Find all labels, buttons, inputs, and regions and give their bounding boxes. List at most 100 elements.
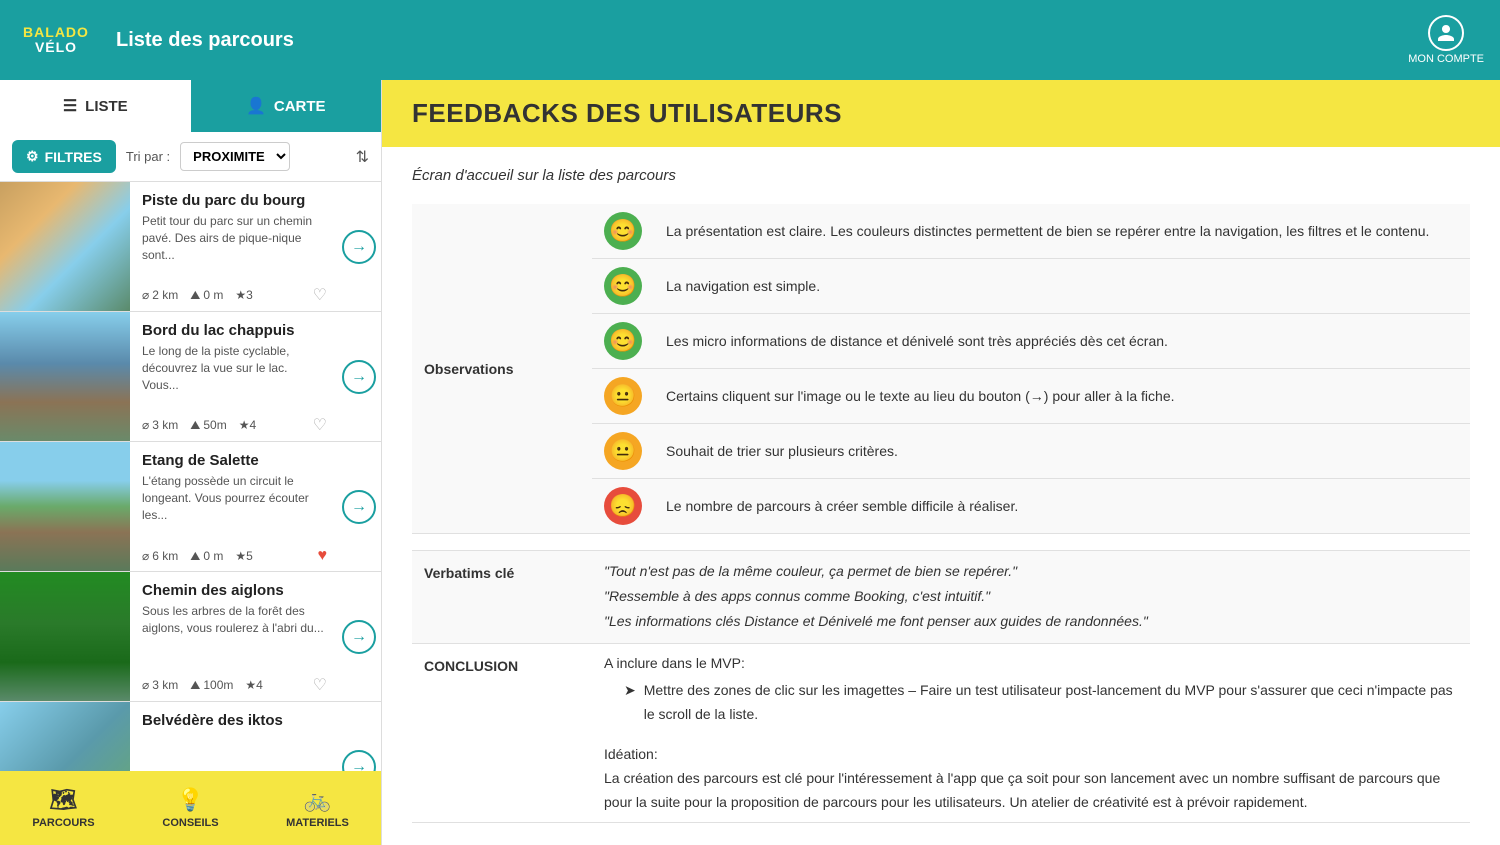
- parcours-go-button[interactable]: →: [342, 750, 376, 772]
- parcours-meta: ⌀ 3 km ⛰ 50m ★4 ♡: [142, 415, 327, 435]
- heart-full-icon[interactable]: ♥: [318, 547, 328, 565]
- tab-carte[interactable]: 👤 CARTE: [191, 80, 382, 132]
- denivele: ⛰ 0 m: [190, 288, 223, 303]
- parcours-arrow: →: [337, 702, 381, 771]
- top-header: BALADO VÉLO Liste des parcours MON COMPT…: [0, 0, 1500, 80]
- distance: ⌀ 6 km: [142, 549, 178, 563]
- heart-empty-icon[interactable]: ♡: [313, 415, 327, 435]
- right-panel: FEEDBACKS DES UTILISATEURS Écran d'accue…: [382, 80, 1500, 845]
- header-title: Liste des parcours: [116, 29, 1408, 52]
- filter-icon: ⚙: [26, 148, 39, 165]
- observation-text: Les micro informations de distance et dé…: [654, 314, 1470, 369]
- parcours-meta: ⌀ 6 km ⛰ 0 m ★5 ♥: [142, 547, 327, 565]
- parcours-name: Bord du lac chappuis: [142, 322, 327, 339]
- sort-icon[interactable]: ⇅: [356, 147, 369, 167]
- stars: ★3: [235, 288, 252, 302]
- main-layout: ☰ LISTE 👤 CARTE ⚙ FILTRES Tri par : PROX…: [0, 80, 1500, 845]
- verbatims-content: "Tout n'est pas de la même couleur, ça p…: [592, 551, 1470, 644]
- denivele-icon: ⛰: [190, 678, 200, 693]
- bottom-nav: 🗺 PARCOURS 💡 CONSEILS 🚲 MATERIELS: [0, 771, 381, 845]
- bottom-nav-item-conseils[interactable]: 💡 CONSEILS: [127, 787, 254, 829]
- left-panel: ☰ LISTE 👤 CARTE ⚙ FILTRES Tri par : PROX…: [0, 80, 382, 845]
- parcours-label: PARCOURS: [32, 817, 94, 829]
- parcours-icon: 🗺: [50, 787, 78, 813]
- stars: ★4: [245, 678, 262, 692]
- parcours-go-button[interactable]: →: [342, 490, 376, 524]
- parcours-go-button[interactable]: →: [342, 360, 376, 394]
- parcours-meta: ⌀ 3 km ⛰ 100m ★4 ♡: [142, 675, 327, 695]
- bottom-nav-item-parcours[interactable]: 🗺 PARCOURS: [0, 787, 127, 829]
- ideation-label: Idéation:: [604, 743, 1458, 767]
- emoji-cell: 😊: [592, 204, 654, 259]
- denivele-icon: ⛰: [190, 418, 200, 433]
- parcours-arrow: →: [337, 312, 381, 441]
- parcours-meta: ⌀ 2 km ⛰ 0 m ★3 ♡: [142, 285, 327, 305]
- parcours-list: Piste du parc du bourg Petit tour du par…: [0, 182, 381, 771]
- screen-label: Écran d'accueil sur la liste des parcour…: [412, 167, 1470, 184]
- logo-balado: BALADO: [23, 25, 89, 40]
- ideation-text: La création des parcours est clé pour l'…: [604, 767, 1458, 815]
- feedback-title: FEEDBACKS DES UTILISATEURS: [412, 98, 842, 128]
- filters-button[interactable]: ⚙ FILTRES: [12, 140, 116, 173]
- emoji-cell: 😞: [592, 479, 654, 534]
- parcours-item[interactable]: Belvédère des iktos →: [0, 702, 381, 771]
- parcours-item[interactable]: Etang de Salette L'étang possède un circ…: [0, 442, 381, 572]
- conseils-icon: 💡: [177, 787, 204, 813]
- tab-liste-label: LISTE: [85, 98, 128, 115]
- parcours-item[interactable]: Chemin des aiglons Sous les arbres de la…: [0, 572, 381, 702]
- sentiment-icon: 😐: [604, 377, 642, 415]
- parcours-content: Piste du parc du bourg Petit tour du par…: [130, 182, 337, 311]
- feedback-table: Observations 😊 La présentation est clair…: [412, 204, 1470, 823]
- materiels-icon: 🚲: [304, 787, 331, 813]
- parcours-image: [0, 572, 130, 701]
- parcours-name: Piste du parc du bourg: [142, 192, 327, 209]
- parcours-content: Belvédère des iktos: [130, 702, 337, 771]
- conclusion-text: A inclure dans le MVP: ➤ Mettre des zone…: [604, 652, 1458, 815]
- parcours-image: [0, 702, 130, 771]
- tab-liste[interactable]: ☰ LISTE: [0, 80, 191, 132]
- parcours-image: [0, 312, 130, 441]
- user-account-button[interactable]: MON COMPTE: [1408, 15, 1484, 65]
- tabs: ☰ LISTE 👤 CARTE: [0, 80, 381, 132]
- tri-select[interactable]: PROXIMITE: [180, 142, 290, 171]
- observation-text: Souhait de trier sur plusieurs critères.: [654, 424, 1470, 479]
- parcours-name: Etang de Salette: [142, 452, 327, 469]
- observations-label: Observations: [412, 204, 592, 534]
- emoji-cell: 😊: [592, 259, 654, 314]
- parcours-content: Chemin des aiglons Sous les arbres de la…: [130, 572, 337, 701]
- sentiment-icon: 😊: [604, 267, 642, 305]
- denivele-icon: ⛰: [190, 288, 200, 303]
- map-icon: 👤: [246, 96, 266, 116]
- conclusion-arrow-icon: ➤: [624, 679, 636, 703]
- parcours-item[interactable]: Piste du parc du bourg Petit tour du par…: [0, 182, 381, 312]
- parcours-image: [0, 182, 130, 311]
- feedback-content: Écran d'accueil sur la liste des parcour…: [382, 147, 1500, 845]
- spacer-row: [412, 534, 1470, 551]
- parcours-arrow: →: [337, 442, 381, 571]
- distance-icon: ⌀: [142, 549, 149, 563]
- materiels-label: MATERIELS: [286, 817, 349, 829]
- bottom-nav-item-materiels[interactable]: 🚲 MATERIELS: [254, 787, 381, 829]
- parcours-go-button[interactable]: →: [342, 230, 376, 264]
- distance-icon: ⌀: [142, 288, 149, 302]
- conseils-label: CONSEILS: [162, 817, 218, 829]
- list-icon: ☰: [63, 96, 77, 116]
- sentiment-icon: 😊: [604, 212, 642, 250]
- distance-icon: ⌀: [142, 678, 149, 692]
- parcours-content: Bord du lac chappuis Le long de la piste…: [130, 312, 337, 441]
- heart-empty-icon[interactable]: ♡: [313, 675, 327, 695]
- parcours-go-button[interactable]: →: [342, 620, 376, 654]
- conclusion-mvp-point: Mettre des zones de clic sur les imagett…: [644, 679, 1458, 727]
- parcours-name: Chemin des aiglons: [142, 582, 327, 599]
- observation-row: Observations 😊 La présentation est clair…: [412, 204, 1470, 259]
- distance: ⌀ 3 km: [142, 678, 178, 692]
- observation-text: La présentation est claire. Les couleurs…: [654, 204, 1470, 259]
- denivele: ⛰ 100m: [190, 678, 233, 693]
- verbatims-label: Verbatims clé: [412, 551, 592, 644]
- heart-empty-icon[interactable]: ♡: [313, 285, 327, 305]
- parcours-desc: Petit tour du parc sur un chemin pavé. D…: [142, 213, 327, 279]
- parcours-arrow: →: [337, 182, 381, 311]
- conclusion-row: CONCLUSION A inclure dans le MVP: ➤ Mett…: [412, 643, 1470, 823]
- parcours-item[interactable]: Bord du lac chappuis Le long de la piste…: [0, 312, 381, 442]
- logo: BALADO VÉLO: [16, 25, 96, 56]
